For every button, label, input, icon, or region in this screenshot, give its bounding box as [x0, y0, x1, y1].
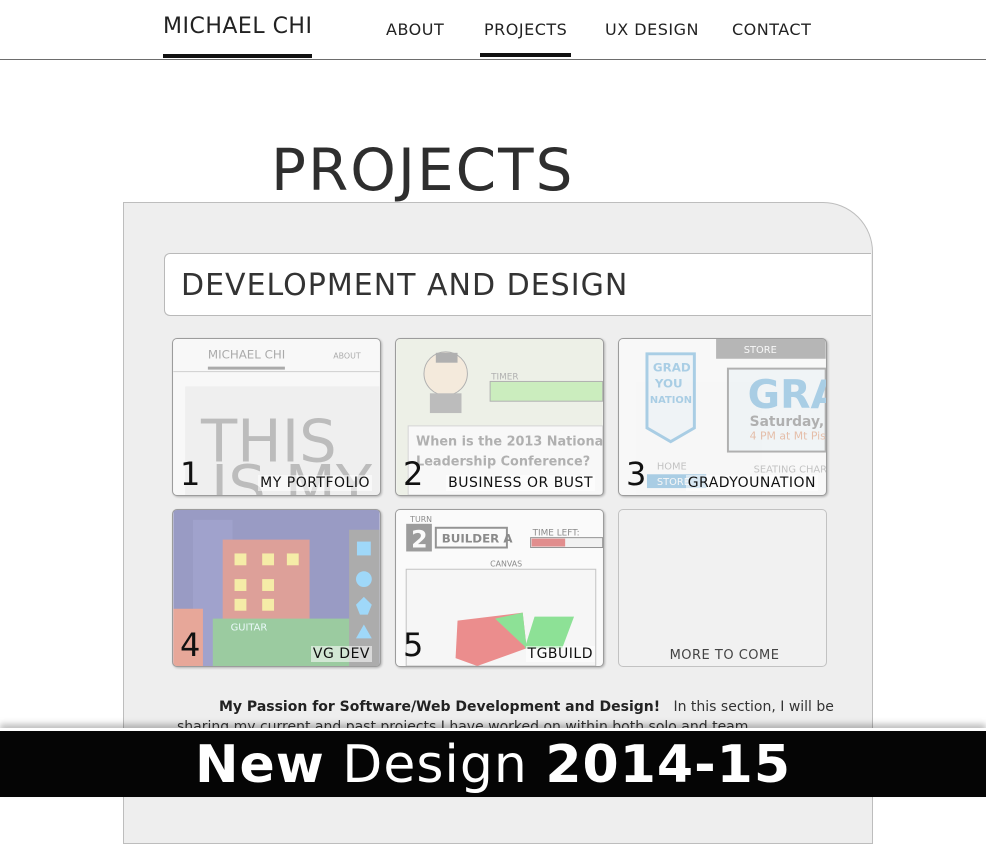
thumb-grad-line2: 4 PM at Mt Pis: [750, 430, 826, 443]
project-tile-more: MORE TO COME: [618, 509, 827, 667]
project-tile-vgdev[interactable]: GUITAR 4 VG DEV: [172, 509, 381, 667]
promo-banner: New Design 2014-15: [0, 728, 986, 797]
portfolio-thumbnail: MICHAEL CHI ABOUT THIS IS MY: [173, 339, 380, 495]
thumb-question-1: When is the 2013 National: [416, 435, 603, 450]
page-title: PROJECTS: [271, 136, 575, 204]
thumb-turn-num: 2: [411, 526, 427, 554]
thumb-question-2: Leadership Conference?: [416, 454, 590, 469]
tile-number: 5: [403, 626, 424, 664]
tile-number: 1: [180, 455, 201, 493]
tile-label: VG DEV: [310, 646, 372, 662]
tile-number: 3: [626, 455, 647, 493]
thumb-logo-1: GRAD: [653, 361, 691, 375]
project-tile-tgbuild[interactable]: TURN 2 BUILDER A TIME LEFT: CANVAS 5 TGB…: [395, 509, 604, 667]
thumb-logo-3: NATION: [650, 395, 692, 406]
project-tile-business[interactable]: TIMER When is the 2013 National Leadersh…: [395, 338, 604, 496]
banner-year: 2014-15: [545, 735, 792, 795]
project-tile-gradyounation[interactable]: STORE GRAD YOU NATION GRAD Saturday, M 4…: [618, 338, 827, 496]
site-brand[interactable]: MICHAEL CHI: [163, 14, 313, 58]
banner-design: Design: [342, 735, 528, 795]
nav-about[interactable]: ABOUT: [386, 20, 444, 39]
section-header: DEVELOPMENT AND DESIGN: [164, 253, 871, 316]
thumb-builder: BUILDER A: [442, 532, 514, 546]
business-thumbnail: TIMER When is the 2013 National Leadersh…: [396, 339, 603, 495]
thumb-seating: SEATING CHART: [754, 464, 826, 475]
thumb-logo-2: YOU: [654, 376, 683, 390]
thumb-store: STORE: [744, 345, 777, 356]
tile-label: MY PORTFOLIO: [258, 475, 372, 491]
tgbuild-thumbnail: TURN 2 BUILDER A TIME LEFT: CANVAS: [396, 510, 603, 666]
thumb-guitar-sign: GUITAR: [231, 622, 268, 633]
gradyounation-thumbnail: STORE GRAD YOU NATION GRAD Saturday, M 4…: [619, 339, 826, 495]
thumb-turn: TURN: [409, 515, 432, 524]
tile-label: TGBUILD: [525, 646, 595, 662]
section-title: DEVELOPMENT AND DESIGN: [181, 268, 629, 303]
thumb-home: HOME: [657, 461, 687, 472]
nav-ux-design[interactable]: UX DESIGN: [605, 20, 699, 39]
thumb-brand: MICHAEL CHI: [208, 348, 285, 362]
tile-label: MORE TO COME: [669, 648, 780, 663]
tile-label: BUSINESS OR BUST: [446, 475, 595, 491]
thumb-grad-line1: Saturday, M: [750, 414, 826, 430]
description-lead: My Passion for Software/Web Development …: [219, 699, 661, 715]
nav-projects[interactable]: PROJECTS: [480, 20, 572, 57]
nav-contact[interactable]: CONTACT: [732, 20, 811, 39]
tile-label: GRADYOUNATION: [685, 475, 818, 491]
tile-number: 2: [403, 455, 424, 493]
thumb-about: ABOUT: [333, 352, 361, 361]
thumb-grad-big: GRAD: [748, 372, 826, 418]
vgdev-thumbnail: GUITAR: [173, 510, 380, 666]
banner-text: New Design 2014-15: [0, 735, 986, 795]
tile-number: 4: [180, 626, 201, 664]
top-nav: MICHAEL CHI ABOUT PROJECTS UX DESIGN CON…: [0, 0, 986, 60]
project-tile-portfolio[interactable]: MICHAEL CHI ABOUT THIS IS MY 1 MY PORTFO…: [172, 338, 381, 496]
thumb-canvas: CANVAS: [490, 559, 522, 568]
banner-new: New: [194, 735, 325, 795]
